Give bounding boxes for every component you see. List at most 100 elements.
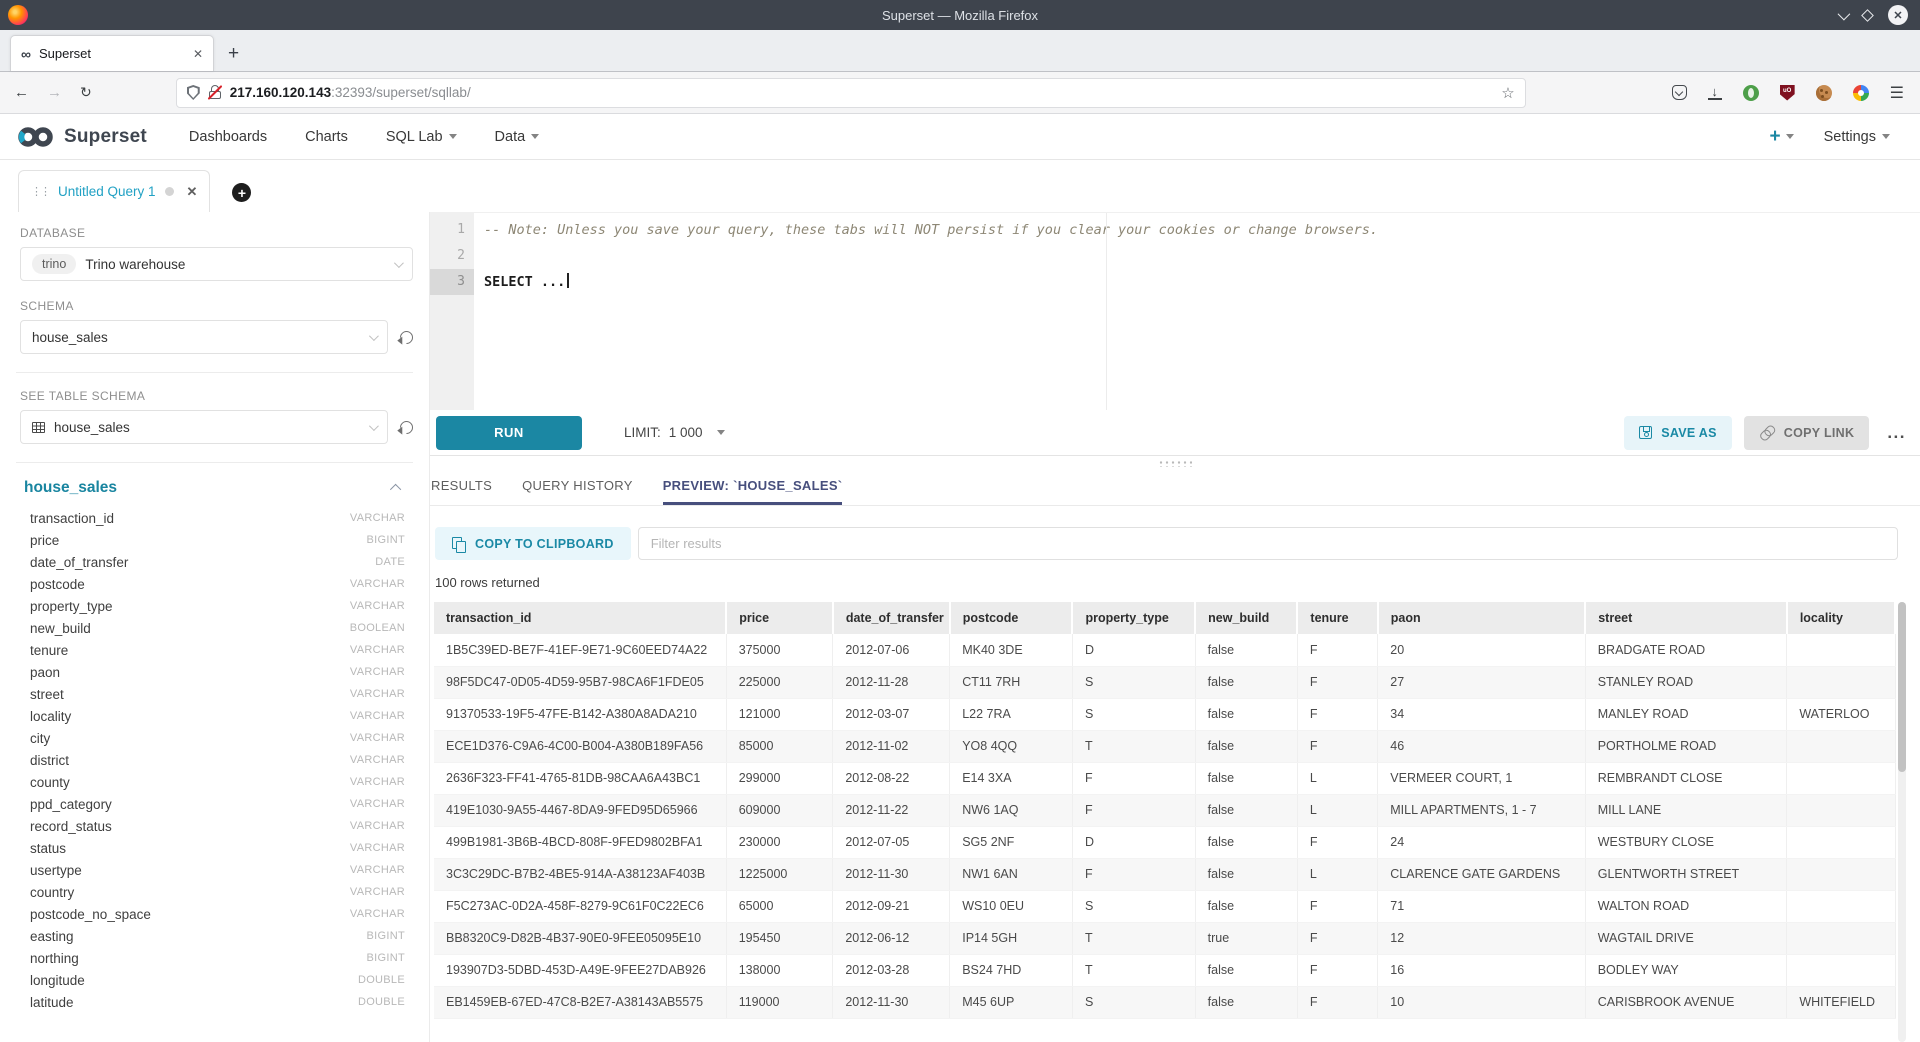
tab-close-icon[interactable]: ✕ <box>193 47 203 61</box>
column-header[interactable]: property_type <box>1072 602 1195 634</box>
column-header[interactable]: postcode <box>950 602 1073 634</box>
tab-results[interactable]: RESULTS <box>431 478 492 505</box>
nav-item-data[interactable]: Data <box>495 129 540 145</box>
table-row[interactable]: 91370533-19F5-47FE-B142-A380A8ADA210 121… <box>434 698 1895 730</box>
database-select[interactable]: trino Trino warehouse <box>20 247 413 281</box>
table-row[interactable]: 2636F323-FF41-4765-81DB-98CAA6A43BC1 299… <box>434 762 1895 794</box>
url-bar[interactable]: 217.160.120.143:32393/superset/sqllab/ ☆ <box>176 78 1526 108</box>
tracking-protection-shield-icon[interactable] <box>187 85 200 100</box>
table-icon <box>32 422 45 433</box>
hamburger-menu-icon[interactable]: ☰ <box>1890 83 1904 103</box>
extension-colorful-icon[interactable] <box>1853 85 1869 101</box>
scrollbar-thumb[interactable] <box>1898 602 1906 772</box>
column-header[interactable]: locality <box>1787 602 1895 634</box>
refresh-schema-icon[interactable] <box>397 328 415 346</box>
table-row[interactable]: 419E1030-9A55-4467-8DA9-9FED95D65966 609… <box>434 794 1895 826</box>
cell-property-type: F <box>1072 858 1195 890</box>
cell-new-build: false <box>1195 954 1297 986</box>
chevron-down-icon <box>449 134 457 139</box>
text-cursor <box>567 273 569 288</box>
column-header[interactable]: date_of_transfer <box>833 602 950 634</box>
table-row[interactable]: 499B1981-3B6B-4BCD-808F-9FED9802BFA1 230… <box>434 826 1895 858</box>
chevron-down-icon <box>531 134 539 139</box>
save-as-button[interactable]: SAVE AS <box>1624 416 1732 450</box>
table-row[interactable]: ECE1D376-C9A6-4C00-B004-A380B189FA56 850… <box>434 730 1895 762</box>
nav-item-dashboards[interactable]: Dashboards <box>189 129 267 145</box>
copy-to-clipboard-button[interactable]: COPY TO CLIPBOARD <box>435 527 631 560</box>
cell-transaction-id: BB8320C9-D82B-4B37-90E0-9FEE05095E10 <box>434 922 726 954</box>
cell-tenure: F <box>1297 954 1377 986</box>
query-tab-untitled-1[interactable]: ⋮⋮ Untitled Query 1 ✕ <box>18 170 210 212</box>
cell-price: 225000 <box>726 666 833 698</box>
column-type: VARCHAR <box>350 644 405 656</box>
cell-new-build: false <box>1195 666 1297 698</box>
schema-select[interactable]: house_sales <box>20 320 388 354</box>
more-options-button[interactable]: ... <box>1887 423 1906 443</box>
column-list-item: ppd_category VARCHAR <box>30 793 413 815</box>
bookmark-star-icon[interactable]: ☆ <box>1501 84 1514 102</box>
reload-button[interactable]: ↻ <box>80 84 92 101</box>
add-query-tab-button[interactable]: + <box>232 183 251 202</box>
table-name-heading[interactable]: house_sales <box>24 479 393 497</box>
tab-preview-house-sales[interactable]: PREVIEW: `HOUSE_SALES` <box>663 478 843 505</box>
table-row[interactable]: 98F5DC47-0D05-4D59-95B7-98CA6F1FDE05 225… <box>434 666 1895 698</box>
insecure-lock-icon[interactable] <box>209 85 221 100</box>
column-list-item: city VARCHAR <box>30 727 413 749</box>
extension-green-icon[interactable] <box>1743 85 1759 101</box>
tab-query-history[interactable]: QUERY HISTORY <box>522 478 633 505</box>
cell-street: MILL LANE <box>1585 794 1787 826</box>
table-row[interactable]: 1B5C39ED-BE7F-41EF-9E71-9C60EED74A22 375… <box>434 634 1895 666</box>
drag-grip-icon[interactable]: ⋮⋮ <box>31 185 49 198</box>
back-button[interactable]: ← <box>14 84 29 101</box>
superset-navbar: Superset Dashboards Charts SQL Lab Data … <box>0 114 1920 160</box>
column-name: northing <box>30 951 367 966</box>
settings-menu[interactable]: Settings <box>1824 129 1890 145</box>
column-header[interactable]: transaction_id <box>434 602 726 634</box>
run-button[interactable]: RUN <box>436 416 582 450</box>
table-row[interactable]: F5C273AC-0D2A-458F-8279-9C61F0C22EC6 650… <box>434 890 1895 922</box>
browser-tab[interactable]: ∞ Superset ✕ <box>10 35 214 71</box>
cell-locality <box>1787 826 1895 858</box>
query-tab-close-icon[interactable]: ✕ <box>187 184 198 200</box>
cell-price: 1225000 <box>726 858 833 890</box>
table-row[interactable]: 193907D3-5DBD-453D-A49E-9FEE27DAB926 138… <box>434 954 1895 986</box>
table-schema-label: SEE TABLE SCHEMA <box>20 389 413 403</box>
superset-brand[interactable]: Superset <box>16 125 147 149</box>
column-header[interactable]: new_build <box>1195 602 1297 634</box>
limit-dropdown[interactable]: LIMIT: 1 000 <box>624 425 725 440</box>
window-maximize-icon[interactable] <box>1861 9 1874 22</box>
nav-item-sql-lab[interactable]: SQL Lab <box>386 129 457 145</box>
downloads-icon[interactable]: ↓ <box>1708 85 1722 101</box>
table-scrollbar[interactable] <box>1898 602 1906 1042</box>
filter-results-input[interactable] <box>638 527 1898 560</box>
column-name: ppd_category <box>30 797 350 812</box>
pocket-icon[interactable] <box>1672 85 1687 100</box>
cookie-extension-icon[interactable] <box>1816 85 1832 101</box>
cell-price: 299000 <box>726 762 833 794</box>
browser-tabstrip: ∞ Superset ✕ + <box>0 30 1920 72</box>
column-name: price <box>30 533 367 548</box>
ublock-shield-icon[interactable] <box>1780 85 1795 101</box>
copy-link-button[interactable]: COPY LINK <box>1744 416 1870 450</box>
column-header[interactable]: street <box>1585 602 1787 634</box>
table-select[interactable]: house_sales <box>20 410 388 444</box>
table-row[interactable]: BB8320C9-D82B-4B37-90E0-9FEE05095E10 195… <box>434 922 1895 954</box>
column-header[interactable]: tenure <box>1297 602 1377 634</box>
new-tab-button[interactable]: + <box>228 43 239 71</box>
column-list-item: paon VARCHAR <box>30 661 413 683</box>
add-new-button[interactable]: + <box>1769 127 1793 146</box>
forward-button: → <box>47 84 62 101</box>
window-minimize-icon[interactable] <box>1838 7 1851 20</box>
cell-paon: CLARENCE GATE GARDENS <box>1378 858 1585 890</box>
window-close-icon[interactable]: ✕ <box>1888 5 1908 25</box>
table-row[interactable]: 3C3C29DC-B7B2-4BE5-914A-A38123AF403B 122… <box>434 858 1895 890</box>
refresh-table-icon[interactable] <box>397 418 415 436</box>
nav-item-charts[interactable]: Charts <box>305 129 348 145</box>
cell-postcode: M45 6UP <box>950 986 1073 1018</box>
pane-resize-handle[interactable] <box>430 456 1920 470</box>
column-header[interactable]: paon <box>1378 602 1585 634</box>
column-header[interactable]: price <box>726 602 833 634</box>
editor-code-area[interactable]: -- Note: Unless you save your query, the… <box>474 213 1920 410</box>
table-row[interactable]: EB1459EB-67ED-47C8-B2E7-A38143AB5575 119… <box>434 986 1895 1018</box>
sql-editor[interactable]: 1 2 3 -- Note: Unless you save your quer… <box>430 212 1920 410</box>
